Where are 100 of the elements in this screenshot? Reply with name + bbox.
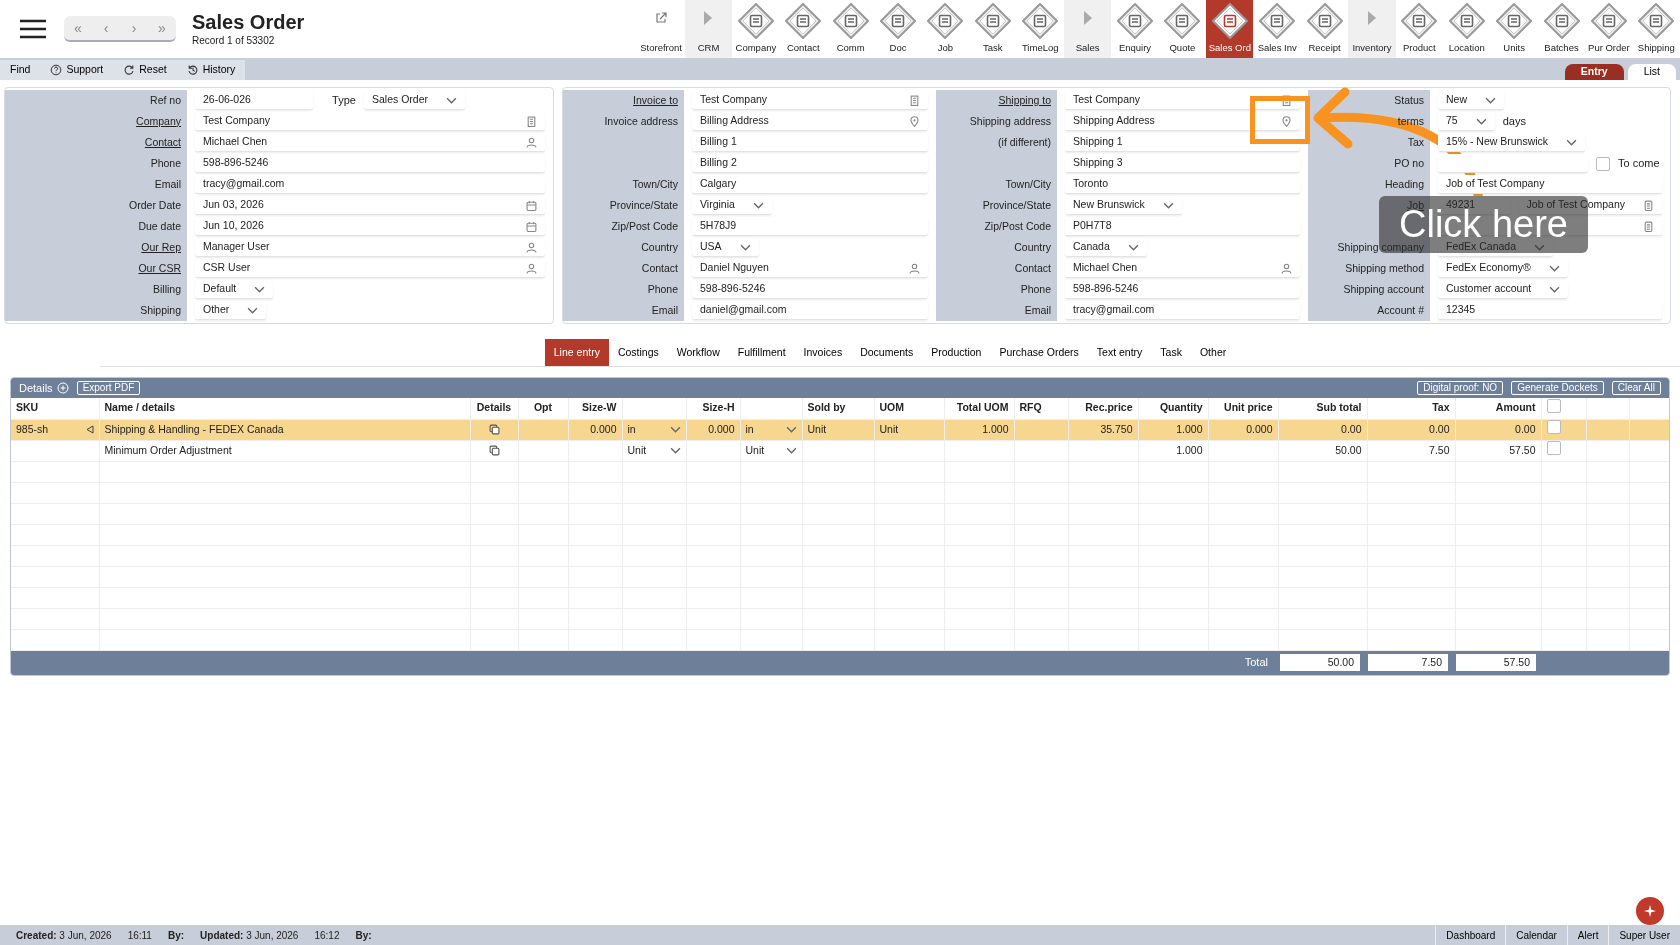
toolbar-item[interactable]: Company (732, 0, 780, 58)
dropdown[interactable]: Virginia (692, 196, 772, 215)
input-field[interactable]: Jun 03, 2026 (195, 196, 545, 215)
toolbar-item[interactable]: Inventory (1348, 0, 1396, 58)
dropdown[interactable]: Other (195, 301, 267, 320)
input-field[interactable]: tracy@gmail.com (1065, 301, 1300, 320)
detail-tab[interactable]: Text entry (1087, 339, 1152, 366)
toolbar-item[interactable]: Contact (779, 0, 827, 58)
input-field[interactable]: Test Company (692, 91, 928, 110)
detail-tab[interactable]: Costings (608, 339, 668, 366)
input-field[interactable]: Shipping 3 (1065, 154, 1300, 173)
input-field[interactable]: Manager User (195, 238, 545, 257)
input-field[interactable]: Michael Chen (195, 133, 545, 152)
input-field[interactable]: Jun 10, 2026 (195, 217, 545, 236)
dropdown[interactable]: New Brunswick (1065, 196, 1182, 215)
detail-tab[interactable]: Workflow (667, 339, 729, 366)
field-link[interactable]: Invoice to (633, 92, 678, 109)
input-field[interactable]: Toronto (1065, 175, 1300, 194)
status-link[interactable]: Calendar (1505, 925, 1567, 945)
view-tab[interactable]: List (1627, 64, 1676, 80)
input-field[interactable]: 26-06-026 (195, 91, 313, 110)
dropdown[interactable]: FedEx Canada (1438, 238, 1554, 257)
toolbar-button[interactable]: Support (40, 60, 114, 80)
dropdown[interactable]: Default (195, 280, 274, 299)
toolbar-item[interactable]: Doc (874, 0, 922, 58)
toolbar-item[interactable]: Shipping (1632, 0, 1680, 58)
toolbar-button[interactable]: Find (0, 60, 41, 80)
toolbar-item[interactable]: Pur Order (1585, 0, 1633, 58)
toolbar-item[interactable]: Storefront (637, 0, 685, 58)
detail-tab[interactable]: Invoices (794, 339, 852, 366)
toolbar-item[interactable]: Task (969, 0, 1017, 58)
detail-tab[interactable]: Fulfillment (728, 339, 795, 366)
detail-tab[interactable]: Production (922, 339, 991, 366)
input-field[interactable]: Shipping Address (1065, 112, 1300, 131)
input-field[interactable]: Test Company (195, 112, 545, 131)
table-cell: 1.000 (1176, 422, 1203, 435)
input-field[interactable]: 598-896-5246 (195, 154, 545, 173)
input-field[interactable]: Shipping 1 (1065, 133, 1300, 152)
dropdown[interactable]: New (1438, 91, 1504, 110)
toolbar-button[interactable]: History (176, 60, 246, 80)
field-label: Status (1394, 92, 1424, 108)
input-field[interactable]: Billing 1 (692, 133, 928, 152)
dropdown[interactable]: FedEx Economy® (1438, 259, 1568, 278)
toolbar-item[interactable]: Sales (1063, 0, 1112, 58)
toolbar-item[interactable]: Batches (1537, 0, 1586, 58)
detail-tab[interactable]: Purchase Orders (990, 339, 1088, 366)
dropdown[interactable]: Customer account (1438, 280, 1569, 299)
toolbar-item[interactable]: Job (921, 0, 970, 58)
toolbar-item[interactable]: Sales Inv (1253, 0, 1301, 58)
dropdown[interactable]: 15% - New Brunswick (1438, 133, 1586, 152)
dropdown[interactable]: 75 (1438, 112, 1495, 131)
field-link[interactable]: Shipping to (998, 92, 1051, 109)
field-label: terms (1397, 113, 1424, 129)
toolbar-button[interactable]: Clear All (1611, 381, 1661, 395)
field-link[interactable]: Our Rep (141, 239, 181, 256)
input-field[interactable]: Billing 2 (692, 154, 928, 173)
input-field[interactable]: Job of Test Company (1438, 175, 1662, 194)
input-field[interactable]: P0H7T8 (1065, 217, 1300, 236)
status-link[interactable]: Super User (1608, 925, 1680, 945)
input-field[interactable]: Billing Address (692, 112, 928, 131)
status-link[interactable]: Alert (1566, 925, 1609, 945)
export-button[interactable]: Export PDF (76, 381, 141, 395)
input-field[interactable]: Test Company (1065, 91, 1300, 110)
dropdown[interactable]: Sales Order (363, 91, 465, 110)
field-link[interactable]: Our CSR (138, 260, 181, 277)
input-field[interactable]: daniel@gmail.com (692, 301, 928, 320)
toolbar-item[interactable]: Quote (1158, 0, 1207, 58)
input-field[interactable]: 5H78J9 (692, 217, 928, 236)
detail-tab[interactable]: Other (1190, 339, 1236, 366)
dropdown[interactable]: USA (692, 238, 759, 257)
field-link[interactable]: Contact (144, 134, 181, 151)
input-field[interactable]: Calgary (692, 175, 928, 194)
dropdown[interactable]: Unit (745, 442, 797, 459)
dropdown[interactable]: Unit (627, 442, 681, 459)
input-field[interactable]: tracy@gmail.com (195, 175, 545, 194)
field-link[interactable]: Company (136, 113, 181, 130)
input-field[interactable]: 598-896-5246 (1065, 280, 1300, 299)
view-tab[interactable]: Entry (1564, 64, 1624, 80)
toolbar-item[interactable]: TimeLog (1016, 0, 1064, 58)
toolbar-button[interactable]: Reset (113, 60, 177, 80)
toolbar-item[interactable]: Product (1395, 0, 1444, 58)
toolbar-item[interactable]: CRM (684, 0, 733, 58)
detail-tab[interactable]: Documents (851, 339, 923, 366)
toolbar-item[interactable]: Receipt (1300, 0, 1349, 58)
detail-tab[interactable]: Task (1151, 339, 1191, 366)
input-field[interactable]: Michael Chen (1065, 259, 1300, 278)
toolbar-item[interactable]: Units (1490, 0, 1538, 58)
status-link[interactable]: Dashboard (1435, 925, 1506, 945)
toolbar-button[interactable]: Digital proof: NO (1417, 381, 1504, 395)
toolbar-button[interactable]: Generate Dockets (1511, 381, 1604, 395)
detail-tab[interactable]: Line entry (544, 339, 609, 366)
toolbar-item[interactable]: Comm (826, 0, 875, 58)
toolbar-item[interactable]: Location (1443, 0, 1491, 58)
input-field[interactable]: Daniel Nguyen (692, 259, 928, 278)
dropdown[interactable]: Canada (1065, 238, 1147, 257)
input-field[interactable]: CSR User (195, 259, 545, 278)
input-field[interactable]: 12345 (1438, 301, 1662, 320)
input-field[interactable]: 598-896-5246 (692, 280, 928, 299)
toolbar-item[interactable]: Enquiry (1111, 0, 1159, 58)
toolbar-item[interactable]: Sales Ord (1206, 0, 1254, 58)
